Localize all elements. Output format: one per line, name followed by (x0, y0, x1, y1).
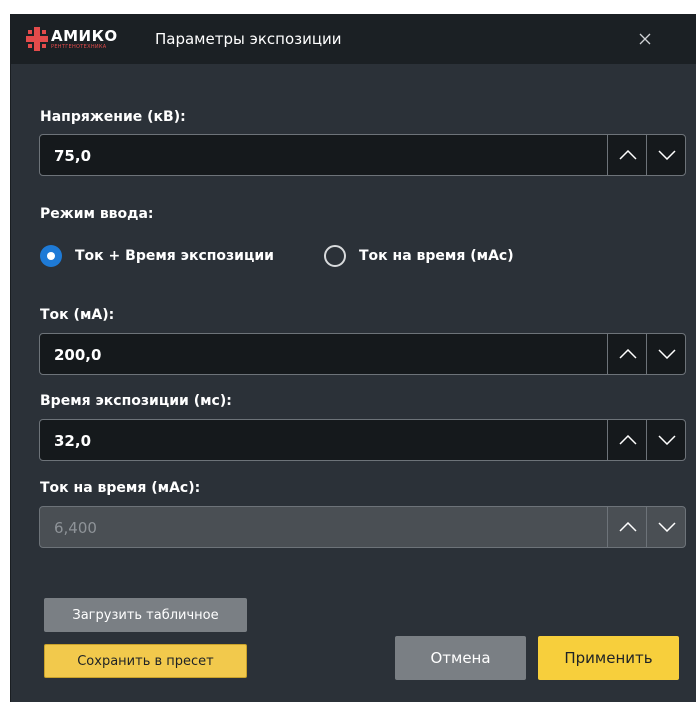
exposure-time-spinbox (39, 419, 686, 461)
chevron-up-icon (618, 349, 637, 359)
mode-mas-radio[interactable]: Ток на время (мАс) (324, 242, 514, 270)
close-icon (639, 33, 651, 45)
dialog-title: Параметры экспозиции (155, 30, 342, 48)
mas-spinbox (39, 506, 686, 548)
mas-input (54, 518, 574, 538)
voltage-increment-button[interactable] (607, 135, 647, 175)
exposure-time-increment-button[interactable] (607, 420, 647, 460)
current-increment-button[interactable] (607, 334, 647, 374)
chevron-down-icon (657, 522, 676, 532)
exposure-time-label: Время экспозиции (мс): (40, 393, 232, 409)
chevron-down-icon (657, 435, 676, 445)
voltage-input[interactable] (54, 146, 574, 166)
mas-label: Ток на время (мАс): (40, 480, 201, 496)
apply-button[interactable]: Применить (538, 636, 679, 680)
radio-unchecked-indicator (324, 245, 346, 267)
exposure-parameters-dialog: АМИКО РЕНТГЕНОТЕХНИКА Параметры экспозиц… (10, 14, 696, 702)
chevron-up-icon (618, 435, 637, 445)
chevron-up-icon (618, 522, 637, 532)
close-button[interactable] (626, 20, 664, 58)
mode-current-time-radio[interactable]: Ток + Время экспозиции (40, 242, 274, 270)
voltage-label: Напряжение (кВ): (40, 109, 186, 125)
logo-text: АМИКО (51, 27, 118, 45)
save-preset-button[interactable]: Сохранить в пресет (44, 644, 247, 678)
current-label: Ток (мА): (40, 307, 115, 323)
mas-increment-button (607, 507, 647, 547)
current-decrement-button[interactable] (646, 334, 686, 374)
mode-mas-label: Ток на время (мАс) (359, 248, 514, 264)
amiko-logo-mark-icon (26, 27, 48, 51)
cancel-button[interactable]: Отмена (395, 636, 526, 680)
voltage-decrement-button[interactable] (646, 135, 686, 175)
input-mode-label: Режим ввода: (40, 206, 154, 222)
exposure-time-input[interactable] (54, 431, 574, 451)
exposure-time-decrement-button[interactable] (646, 420, 686, 460)
chevron-down-icon (657, 150, 676, 160)
load-table-button[interactable]: Загрузить табличное (44, 598, 247, 632)
chevron-down-icon (657, 349, 676, 359)
current-spinbox (39, 333, 686, 375)
title-bar: АМИКО РЕНТГЕНОТЕХНИКА Параметры экспозиц… (11, 14, 696, 64)
amiko-logo: АМИКО РЕНТГЕНОТЕХНИКА (26, 24, 136, 54)
current-input[interactable] (54, 345, 574, 365)
chevron-up-icon (618, 150, 637, 160)
voltage-spinbox (39, 134, 686, 176)
mas-decrement-button (646, 507, 686, 547)
logo-subtext: РЕНТГЕНОТЕХНИКА (51, 44, 107, 50)
mode-current-time-label: Ток + Время экспозиции (75, 248, 274, 264)
radio-checked-indicator (40, 245, 62, 267)
